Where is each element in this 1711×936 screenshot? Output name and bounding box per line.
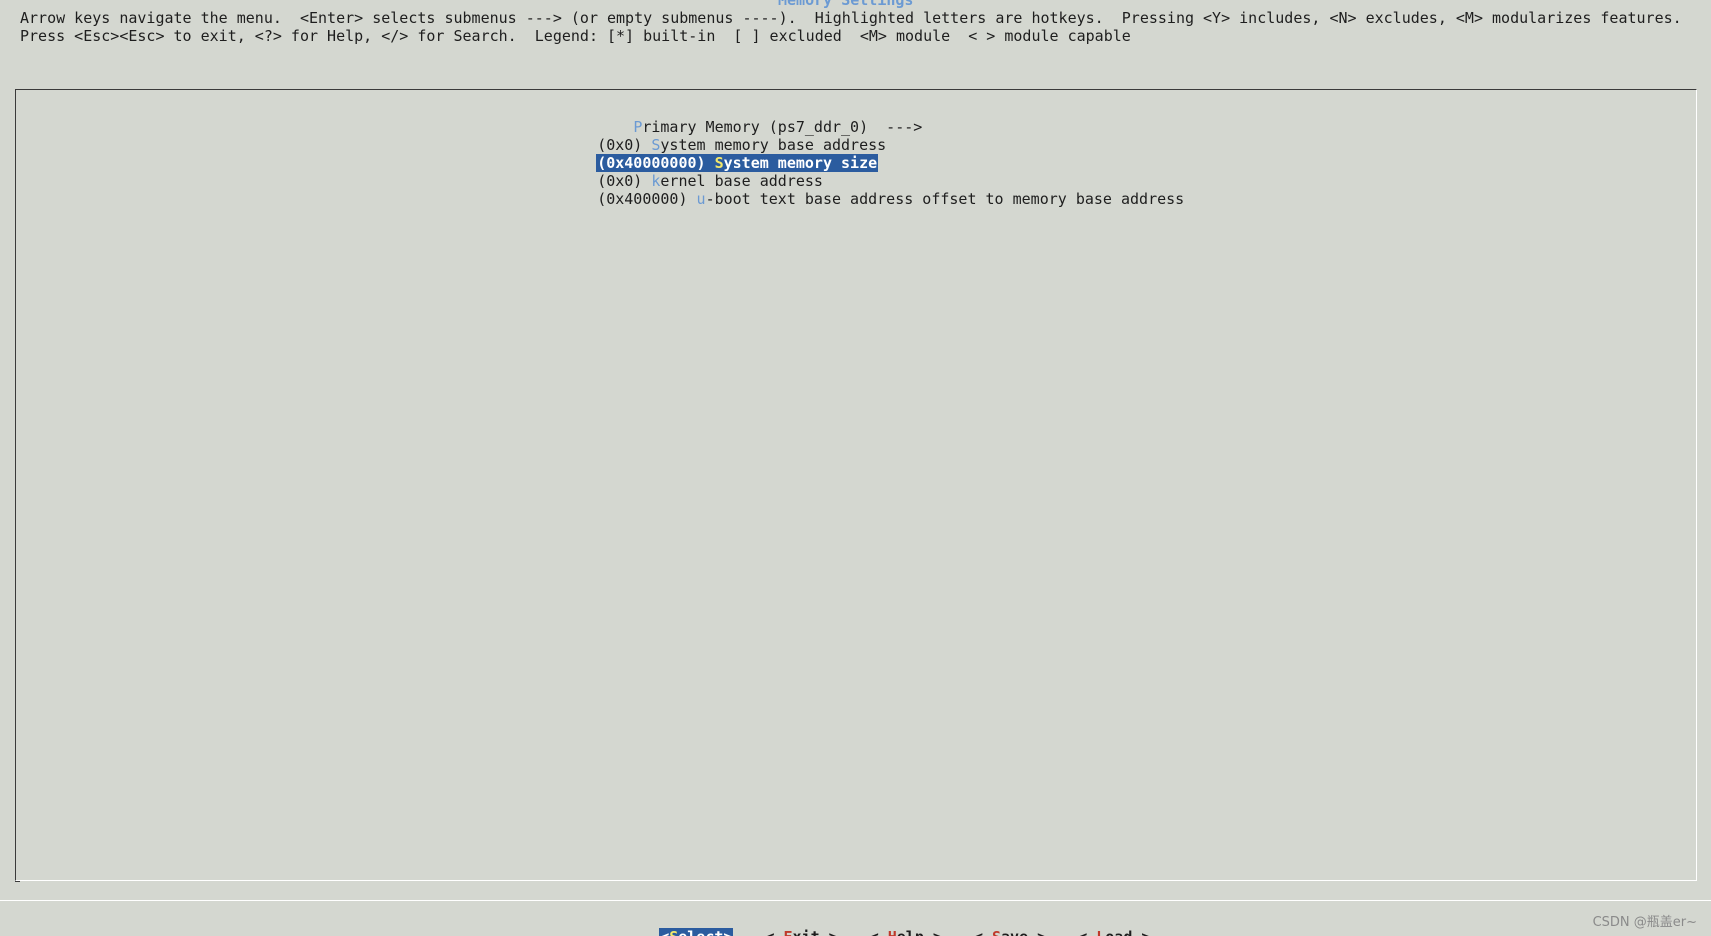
button-bar: <Select>< Exit >< Help >< Save >< Load > [0,900,1711,936]
button-bracket: > [1132,928,1150,936]
watermark: CSDN @瓶盖er~ [1592,915,1697,930]
button-label: elp [897,928,924,936]
button-bracket: > [1028,928,1046,936]
button-bracket: < [974,928,992,936]
menu-item-label: ystem memory base address [660,136,887,154]
menu-item-hotkey: u [696,190,706,208]
save-button[interactable]: < Save > [974,928,1046,936]
help-text-line-2: Press <Esc><Esc> to exit, <?> for Help, … [20,27,1131,45]
button-bracket: > [924,928,942,936]
button-hotkey: H [888,928,897,936]
menu-item-value: (0x0) [597,136,652,154]
button-label: oad [1105,928,1132,936]
menu-item-hotkey: P [633,118,643,136]
button-bracket: < [870,928,888,936]
window-title: Memory Settings [770,0,922,9]
button-row: <Select>< Exit >< Help >< Save >< Load > [605,910,1182,936]
button-hotkey: L [1096,928,1105,936]
help-text-line-1: Arrow keys navigate the menu. <Enter> se… [20,9,1682,27]
help-button[interactable]: < Help > [870,928,942,936]
menu-item-hotkey: S [714,154,724,172]
menu-item-value: (0x40000000) [597,154,715,172]
button-label: xit [793,928,820,936]
button-bracket: < [1078,928,1096,936]
menu-item-label: rimary Memory (ps7_ddr_0) ---> [642,118,923,136]
menu-item-label: -boot text base address offset to memory… [705,190,1185,208]
button-bracket: < [765,928,783,936]
load-button[interactable]: < Load > [1078,928,1150,936]
button-hotkey: S [669,928,678,936]
menu-item-value: (0x0) [597,172,652,190]
button-hotkey: S [992,928,1001,936]
menu-item-label: ystem memory size [723,154,878,172]
button-label: elect> [678,928,732,936]
button-bracket: > [820,928,838,936]
menu-item-value: (0x400000) [597,190,697,208]
button-hotkey: E [784,928,793,936]
button-bracket: < [660,928,669,936]
menu-item-prefix [597,118,633,136]
box-corner-mark [15,881,20,882]
select-button[interactable]: <Select> [659,928,734,936]
terminal-screen: Arrow keys navigate the menu. <Enter> se… [0,0,1711,936]
menu-list: Primary Memory (ps7_ddr_0) ---> (0x0) Sy… [542,100,1185,208]
exit-button[interactable]: < Exit > [765,928,837,936]
menu-item-primary-memory[interactable]: Primary Memory (ps7_ddr_0) ---> [542,100,1185,136]
menu-item-label: ernel base address [660,172,823,190]
button-label: ave [1001,928,1028,936]
